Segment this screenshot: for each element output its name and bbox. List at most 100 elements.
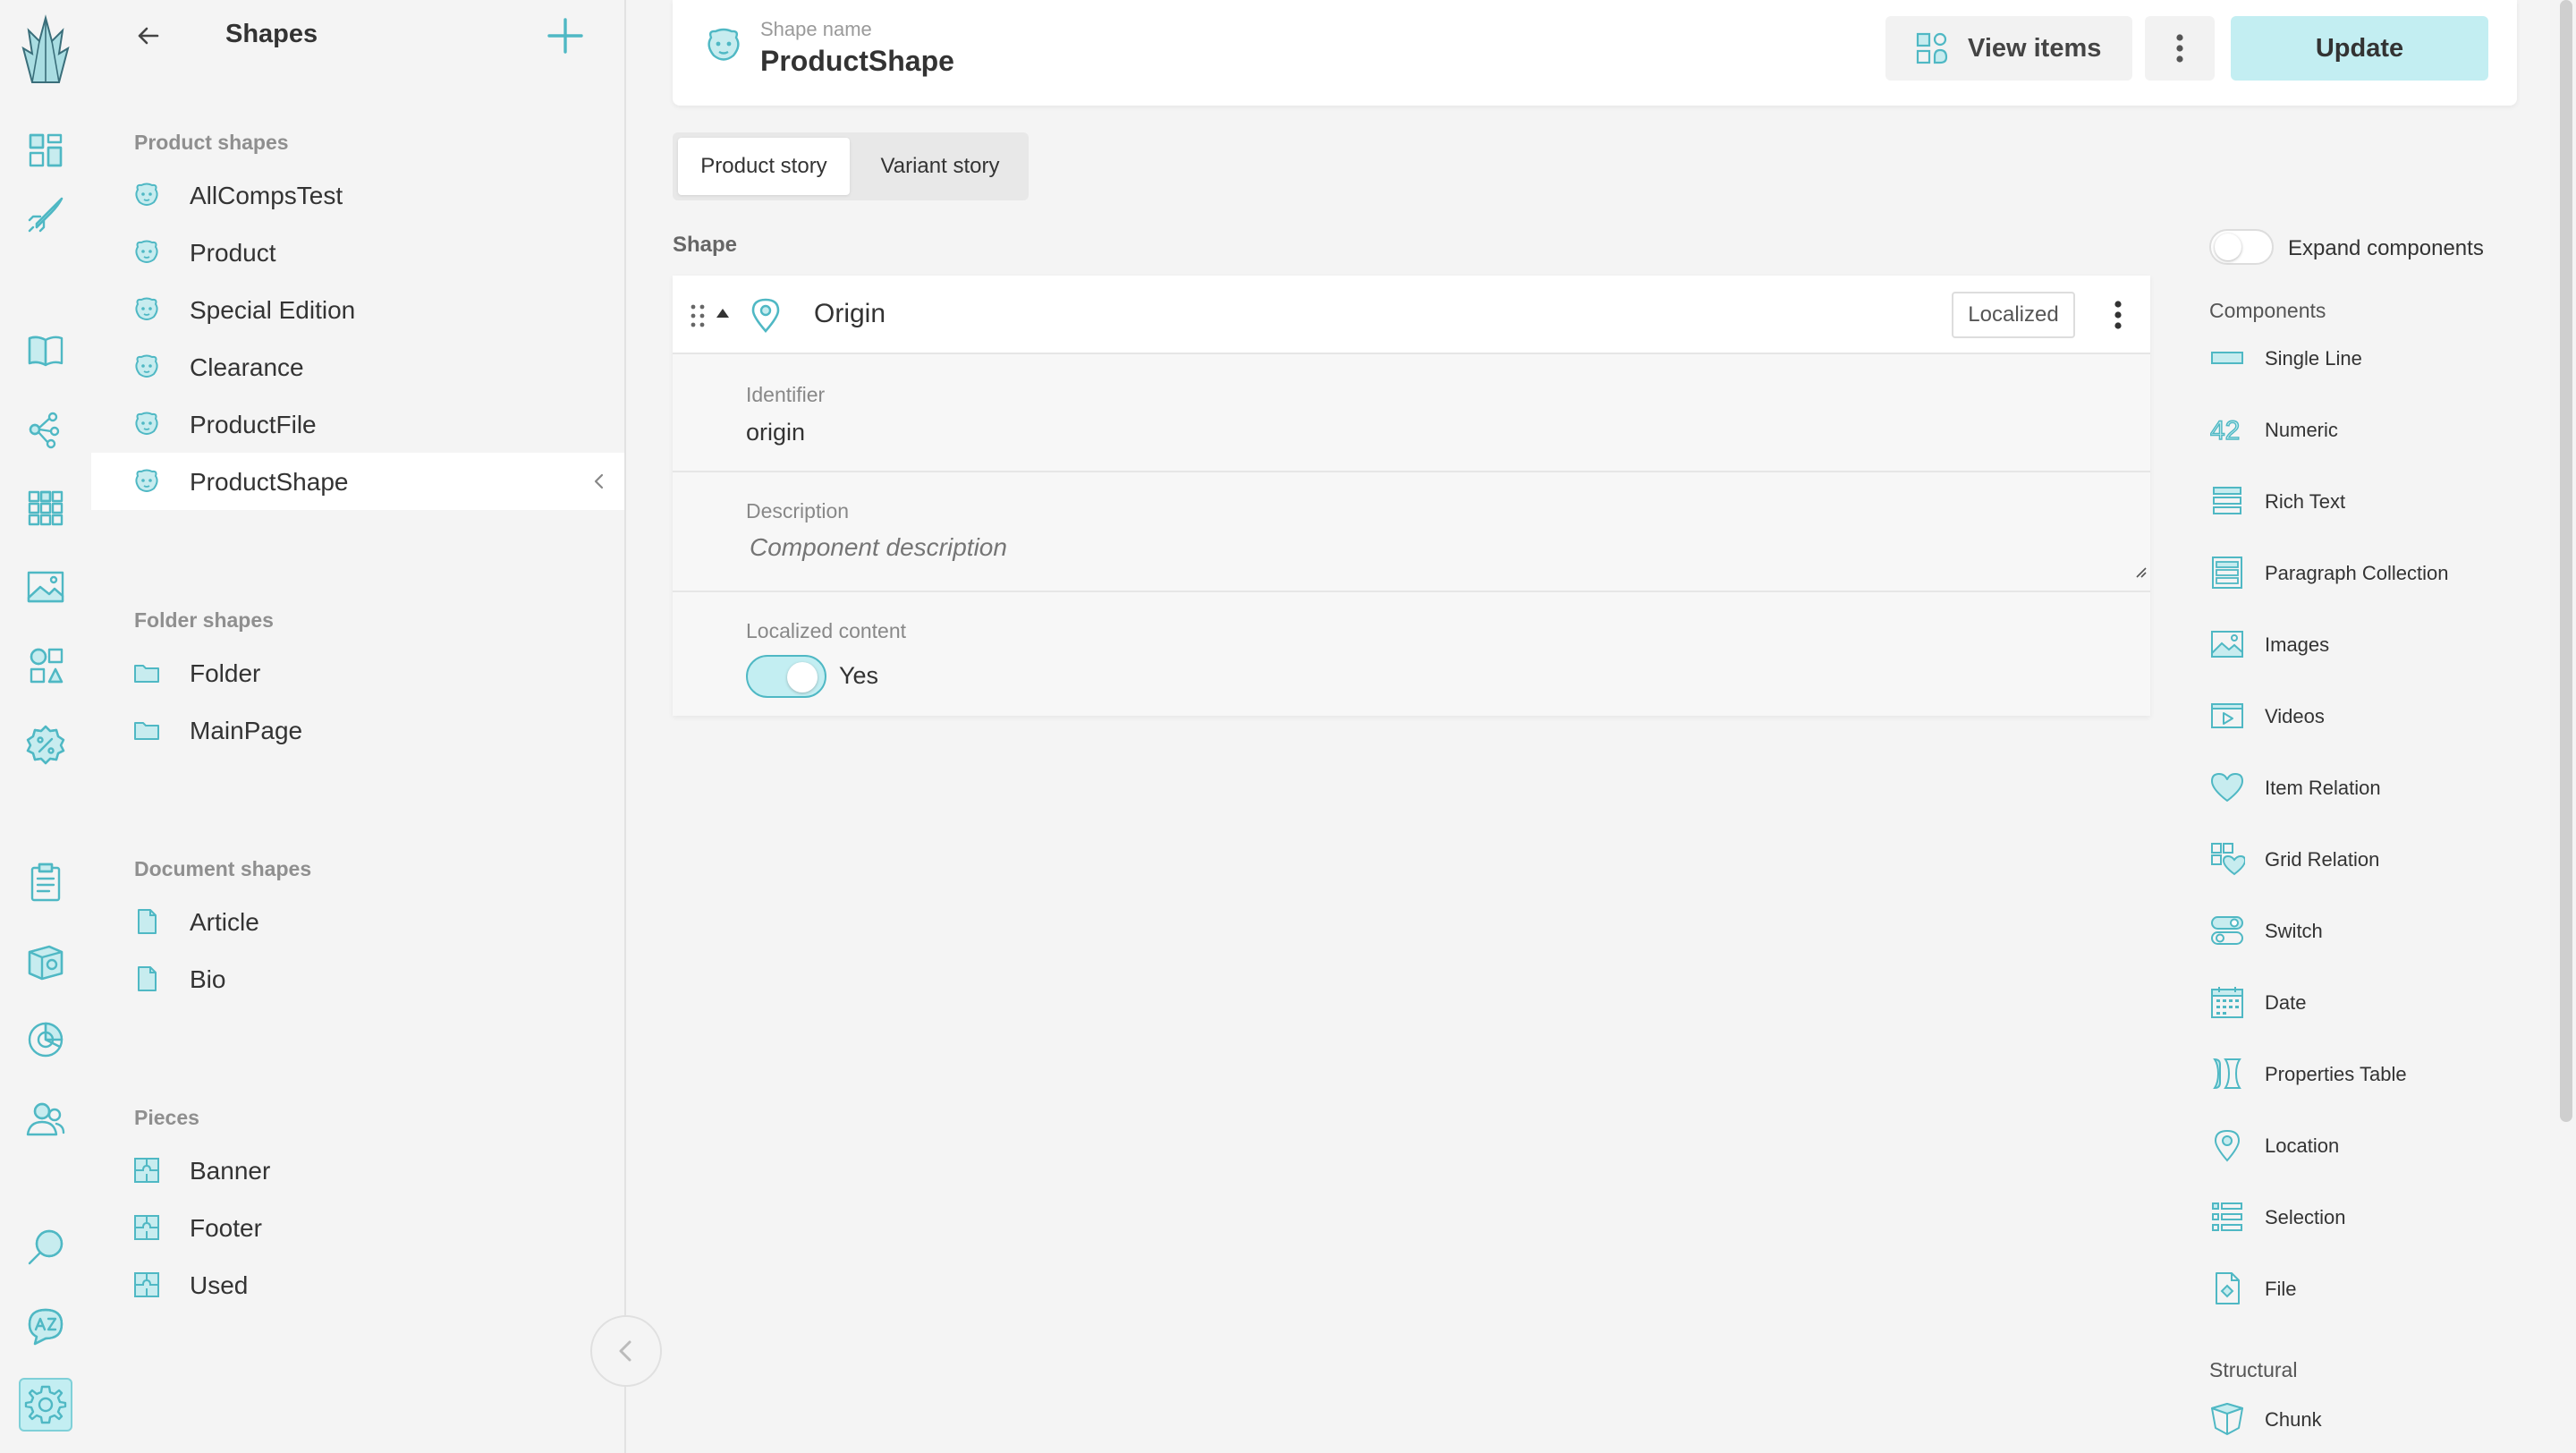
component-label: Location <box>2265 1134 2340 1157</box>
component-header[interactable]: Origin Localized <box>673 276 2150 354</box>
shape-item-bio[interactable]: Bio <box>91 950 624 1007</box>
component-grid-relation[interactable]: Grid Relation <box>2209 832 2496 886</box>
component-rich-text[interactable]: Rich Text <box>2209 474 2496 528</box>
component-images[interactable]: Images <box>2209 617 2496 671</box>
analytics-icon[interactable] <box>19 1013 72 1066</box>
chevron-left-icon[interactable] <box>589 471 610 492</box>
view-items-icon <box>1916 32 1948 64</box>
sidebar-title: Shapes <box>225 20 318 48</box>
component-date[interactable]: Date <box>2209 975 2496 1029</box>
update-button[interactable]: Update <box>2231 16 2488 81</box>
shape-item-label: ProductFile <box>190 411 317 438</box>
product-shape-icon <box>135 354 158 378</box>
shape-name[interactable]: ProductShape <box>760 45 954 78</box>
component-videos[interactable]: Videos <box>2209 689 2496 743</box>
shape-item-label: Clearance <box>190 353 304 381</box>
collapse-sidebar-button[interactable] <box>590 1315 662 1387</box>
collapse-caret-icon[interactable] <box>714 304 732 322</box>
paragraph-collection-icon <box>2212 557 2242 589</box>
shape-item-clearance[interactable]: Clearance <box>91 338 624 395</box>
piece-icon <box>134 1215 159 1240</box>
tab-product-story[interactable]: Product story <box>678 138 850 195</box>
shape-name-label: Shape name <box>760 18 872 40</box>
localized-badge: Localized <box>1952 292 2075 338</box>
back-arrow-icon[interactable] <box>132 20 165 52</box>
folder-icon <box>134 665 159 683</box>
videos-icon <box>2211 703 2243 728</box>
calendar-icon <box>2211 987 2243 1018</box>
search-icon[interactable] <box>19 1220 72 1274</box>
component-card: Origin Localized Identifier origin Descr… <box>673 276 2150 716</box>
component-label: Paragraph Collection <box>2265 562 2449 584</box>
component-chunk[interactable]: Chunk <box>2209 1392 2496 1446</box>
page-scrollbar[interactable] <box>2560 0 2572 1122</box>
component-label: Properties Table <box>2265 1063 2407 1085</box>
component-properties-table[interactable]: Properties Table <box>2209 1047 2496 1100</box>
identifier-value[interactable]: origin <box>746 419 805 446</box>
shape-item-mainpage[interactable]: MainPage <box>91 701 624 759</box>
single-line-icon <box>2211 352 2243 364</box>
customers-icon[interactable] <box>19 1092 72 1145</box>
rocket-icon[interactable] <box>19 188 72 242</box>
view-items-button[interactable]: View items <box>1885 16 2132 81</box>
settings-icon[interactable] <box>19 1378 72 1432</box>
folder-icon <box>134 722 159 740</box>
shape-item-productshape[interactable]: ProductShape <box>91 453 624 510</box>
shape-item-banner[interactable]: Banner <box>91 1142 624 1199</box>
expand-components-label: Expand components <box>2288 236 2484 260</box>
component-paragraph-collection[interactable]: Paragraph Collection <box>2209 546 2496 599</box>
component-file[interactable]: File <box>2209 1262 2496 1315</box>
story-tabs: Product story Variant story <box>673 132 1029 200</box>
shape-item-folder[interactable]: Folder <box>91 644 624 701</box>
shape-item-article[interactable]: Article <box>91 893 624 950</box>
shape-item-label: Banner <box>190 1157 271 1185</box>
switch-icon <box>2211 916 2243 945</box>
tab-variant-story[interactable]: Variant story <box>855 138 1025 195</box>
section-label-product-shapes: Product shapes <box>134 131 289 154</box>
dashboard-icon[interactable] <box>19 123 72 177</box>
component-label: Numeric <box>2265 419 2338 441</box>
subscriptions-icon[interactable] <box>19 934 72 988</box>
localized-content-toggle[interactable] <box>746 655 826 698</box>
shape-item-footer[interactable]: Footer <box>91 1199 624 1256</box>
component-label: Videos <box>2265 705 2325 727</box>
grids-icon[interactable] <box>19 481 72 535</box>
orders-icon[interactable] <box>19 855 72 909</box>
component-single-line[interactable]: Single Line <box>2209 331 2496 385</box>
shape-item-label: Article <box>190 908 259 936</box>
catalogue-book-icon[interactable] <box>19 324 72 378</box>
component-numeric[interactable]: 42 Numeric <box>2209 403 2496 456</box>
components-title: Components <box>2209 299 2326 322</box>
component-label: Switch <box>2265 920 2323 942</box>
product-shape-icon <box>135 297 158 320</box>
resize-handle-icon[interactable] <box>2134 565 2147 578</box>
image-icon[interactable] <box>19 560 72 614</box>
nav-rail <box>0 0 91 1453</box>
shape-item-used[interactable]: Used <box>91 1256 624 1313</box>
shape-item-label: MainPage <box>190 717 303 744</box>
expand-components-toggle[interactable] <box>2209 229 2274 265</box>
component-label: Chunk <box>2265 1408 2322 1431</box>
description-input[interactable] <box>750 533 2002 562</box>
translate-icon[interactable] <box>19 1299 72 1353</box>
pieces-icon[interactable] <box>19 639 72 693</box>
discount-icon[interactable] <box>19 718 72 771</box>
shape-item-productfile[interactable]: ProductFile <box>91 395 624 453</box>
add-shape-icon[interactable] <box>546 16 585 55</box>
shape-item-label: Special Edition <box>190 296 356 324</box>
shape-item-allcompstest[interactable]: AllCompsTest <box>91 166 624 224</box>
component-switch[interactable]: Switch <box>2209 904 2496 957</box>
shape-item-label: Product <box>190 239 276 267</box>
component-selection[interactable]: Selection <box>2209 1190 2496 1244</box>
images-icon <box>2211 631 2243 658</box>
kebab-menu-icon[interactable] <box>2102 297 2134 333</box>
crystallize-logo-icon[interactable] <box>19 7 72 93</box>
more-options-button[interactable] <box>2145 16 2215 81</box>
component-item-relation[interactable]: Item Relation <box>2209 760 2496 814</box>
topics-icon[interactable] <box>19 403 72 456</box>
component-location[interactable]: Location <box>2209 1118 2496 1172</box>
drag-handle-icon[interactable] <box>687 302 708 329</box>
shape-item-special-edition[interactable]: Special Edition <box>91 281 624 338</box>
shape-item-product[interactable]: Product <box>91 224 624 281</box>
shape-item-label: Folder <box>190 659 261 687</box>
